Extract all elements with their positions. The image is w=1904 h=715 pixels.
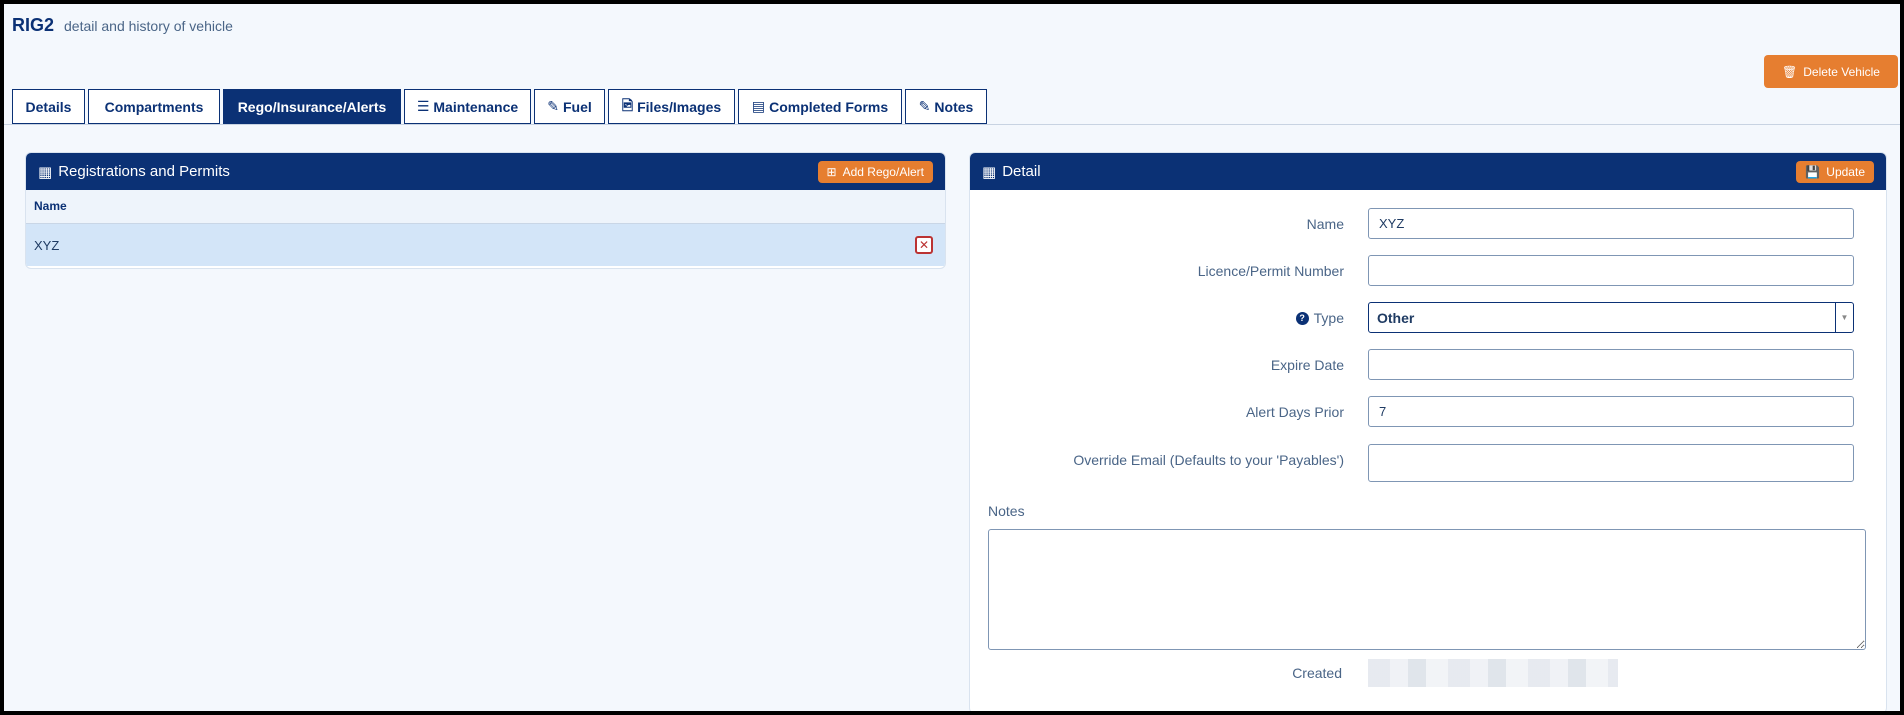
delete-row-icon[interactable]: ✕ — [915, 236, 933, 254]
save-icon: 💾 — [1805, 164, 1821, 179]
table-row[interactable]: XYZ ✕ — [26, 224, 945, 266]
image-icon: 🖻 — [621, 96, 634, 113]
tab-completed-forms[interactable]: ▤ Completed Forms — [738, 89, 902, 124]
list-icon: ☰ — [416, 98, 430, 114]
pencil-icon: ✎ — [918, 98, 931, 114]
alert-days-input[interactable] — [1368, 396, 1854, 427]
expire-label: Expire Date — [1270, 357, 1344, 373]
plus-square-icon: ⊞ — [826, 164, 837, 179]
update-button[interactable]: 💾 Update — [1796, 160, 1874, 183]
delete-vehicle-button[interactable]: 🗑 Delete Vehicle — [1764, 55, 1898, 88]
registrations-title: Registrations and Permits — [58, 163, 230, 180]
page-subtitle: detail and history of vehicle — [64, 18, 233, 34]
trash-icon: 🗑 — [1782, 64, 1798, 79]
tab-compartments[interactable]: Compartments — [88, 89, 220, 124]
help-icon[interactable]: ? — [1295, 311, 1309, 325]
table-icon: ▦ — [982, 163, 997, 181]
tab-maintenance[interactable]: ☰ Maintenance — [404, 89, 531, 124]
tab-rego-insurance-alerts[interactable]: Rego/Insurance/Alerts — [223, 89, 401, 125]
forms-icon: ▤ — [751, 98, 766, 114]
field-row-name: Name — [970, 208, 1886, 240]
pencil-icon: ✎ — [547, 98, 559, 114]
vehicle-name: RIG2 — [12, 15, 55, 35]
field-row-override-email: Override Email (Defaults to your 'Payabl… — [970, 444, 1886, 482]
alert-days-label: Alert Days Prior — [1245, 404, 1344, 420]
table-icon: ▦ — [38, 163, 53, 181]
registrations-header: ▦ Registrations and Permits ⊞ Add Rego/A… — [26, 153, 945, 190]
delete-vehicle-label: Delete Vehicle — [1803, 64, 1880, 79]
type-selected-value: Other — [1377, 309, 1415, 326]
notes-label: Notes — [988, 503, 1025, 519]
detail-title: Detail — [1002, 163, 1041, 180]
override-email-label: Override Email (Defaults to your 'Payabl… — [1073, 452, 1344, 468]
created-label: Created — [1292, 665, 1342, 681]
field-row-type: ? Type Other ▼ — [970, 302, 1886, 334]
registrations-panel: ▦ Registrations and Permits ⊞ Add Rego/A… — [25, 152, 946, 269]
tab-bar: Details Compartments Rego/Insurance/Aler… — [12, 89, 987, 129]
name-input[interactable] — [1368, 208, 1854, 239]
field-row-licence: Licence/Permit Number — [970, 255, 1886, 287]
licence-input[interactable] — [1368, 255, 1854, 286]
detail-header: ▦ Detail 💾 Update — [970, 153, 1886, 190]
expire-date-input[interactable] — [1368, 349, 1854, 380]
tab-fuel[interactable]: ✎ Fuel — [534, 89, 605, 124]
app-frame: RIG2 detail and history of vehicle 🗑 Del… — [4, 4, 1900, 711]
row-name: XYZ — [34, 237, 60, 253]
notes-textarea[interactable] — [988, 529, 1866, 650]
tab-details[interactable]: Details — [12, 89, 85, 124]
type-label: ? Type — [1295, 310, 1344, 326]
field-row-expire: Expire Date — [970, 349, 1886, 381]
override-email-input[interactable] — [1368, 444, 1854, 482]
tab-notes[interactable]: ✎ Notes — [905, 89, 987, 124]
chevron-down-icon[interactable]: ▼ — [1835, 303, 1853, 332]
tab-divider — [4, 124, 1900, 125]
licence-label: Licence/Permit Number — [1197, 263, 1344, 279]
page-title: RIG2 detail and history of vehicle — [12, 15, 233, 36]
type-select[interactable]: Other ▼ — [1368, 302, 1854, 333]
tab-files-images[interactable]: 🖻 Files/Images — [608, 89, 735, 124]
add-rego-alert-button[interactable]: ⊞ Add Rego/Alert — [817, 160, 933, 183]
name-label: Name — [1306, 216, 1344, 232]
detail-panel: ▦ Detail 💾 Update Name Licence/Permit Nu… — [969, 152, 1887, 711]
created-value-redacted — [1368, 659, 1618, 687]
column-header-name: Name — [26, 190, 945, 224]
field-row-alert-days: Alert Days Prior — [970, 396, 1886, 428]
